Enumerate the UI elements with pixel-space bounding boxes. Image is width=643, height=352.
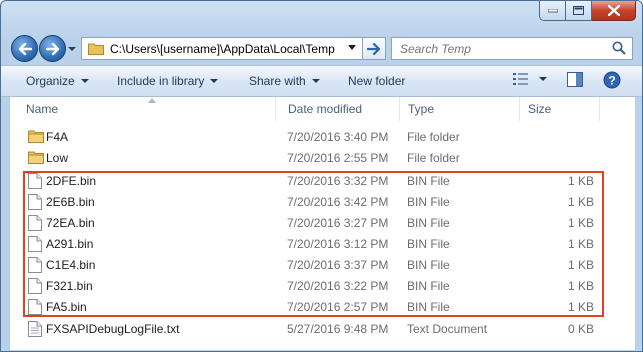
include-in-library-menu[interactable]: Include in library bbox=[117, 74, 219, 88]
organize-menu[interactable]: Organize bbox=[26, 74, 89, 88]
file-date: 5/27/2016 9:48 PM bbox=[287, 322, 389, 336]
list-item-folder[interactable]: Low 7/20/2016 2:55 PM File folder bbox=[24, 148, 619, 168]
dropdown-arrow-icon bbox=[539, 77, 547, 81]
organize-label: Organize bbox=[26, 74, 75, 88]
address-path: C:\Users\[username]\AppData\Local\Temp bbox=[110, 41, 335, 56]
dropdown-arrow-icon bbox=[210, 79, 219, 83]
svg-text:?: ? bbox=[608, 74, 615, 88]
column-size-label: Size bbox=[528, 102, 552, 116]
minimize-button[interactable] bbox=[539, 1, 566, 21]
change-view-button[interactable] bbox=[513, 72, 547, 86]
column-date-label: Date modified bbox=[288, 102, 363, 116]
file-name: F4A bbox=[46, 130, 69, 144]
preview-pane-button[interactable] bbox=[567, 72, 583, 87]
folder-icon bbox=[28, 151, 44, 164]
forward-arrow-icon bbox=[45, 42, 59, 55]
file-name: FXSAPIDebugLogFile.txt bbox=[46, 322, 180, 336]
navigation-bar: C:\Users\[username]\AppData\Local\Temp bbox=[9, 35, 634, 62]
file-date: 7/20/2016 2:55 PM bbox=[287, 151, 389, 165]
back-button[interactable] bbox=[11, 35, 38, 62]
preview-pane-icon bbox=[567, 72, 583, 87]
search-icon[interactable] bbox=[612, 41, 626, 55]
column-header-date[interactable]: Date modified bbox=[280, 97, 400, 121]
help-button[interactable]: ? bbox=[603, 71, 621, 89]
column-header-name[interactable]: Name bbox=[10, 97, 276, 121]
list-item-folder[interactable]: F4A 7/20/2016 3:40 PM File folder bbox=[24, 127, 619, 147]
maximize-icon bbox=[573, 6, 584, 15]
recent-pages-dropdown[interactable] bbox=[67, 42, 77, 54]
close-button[interactable] bbox=[592, 1, 636, 21]
new-folder-label: New folder bbox=[348, 74, 406, 88]
folder-icon bbox=[88, 43, 104, 55]
forward-button[interactable] bbox=[39, 35, 66, 62]
window-caption-buttons bbox=[539, 1, 636, 21]
go-button[interactable] bbox=[362, 37, 386, 60]
folder-icon bbox=[28, 130, 44, 143]
column-header-size[interactable]: Size bbox=[520, 97, 600, 121]
share-label: Share with bbox=[249, 74, 306, 88]
dropdown-arrow-icon bbox=[311, 79, 320, 83]
minimize-icon bbox=[547, 8, 558, 12]
list-item-file[interactable]: FXSAPIDebugLogFile.txt 5/27/2016 9:48 PM… bbox=[24, 319, 619, 339]
chevron-down-icon bbox=[68, 47, 76, 51]
maximize-button[interactable] bbox=[566, 1, 592, 21]
column-header-row: Name Date modified Type Size bbox=[10, 97, 635, 121]
file-date: 7/20/2016 3:40 PM bbox=[287, 130, 389, 144]
column-name-label: Name bbox=[26, 102, 59, 116]
column-type-label: Type bbox=[408, 102, 435, 116]
search-input[interactable] bbox=[398, 40, 602, 57]
details-view-icon bbox=[513, 73, 528, 85]
include-label: Include in library bbox=[117, 74, 205, 88]
command-toolbar: Organize Include in library Share with N… bbox=[1, 65, 642, 97]
column-header-type[interactable]: Type bbox=[400, 97, 520, 121]
file-type: File folder bbox=[407, 151, 460, 165]
help-icon: ? bbox=[603, 71, 621, 89]
highlight-box bbox=[23, 171, 604, 317]
file-type: File folder bbox=[407, 130, 460, 144]
close-icon bbox=[607, 5, 620, 16]
text-file-icon bbox=[28, 321, 42, 337]
back-arrow-icon bbox=[18, 42, 32, 55]
address-dropdown-icon[interactable] bbox=[348, 45, 356, 51]
search-box[interactable] bbox=[391, 37, 633, 60]
file-size: 0 KB bbox=[567, 322, 594, 336]
dropdown-arrow-icon bbox=[80, 79, 89, 83]
explorer-window: C:\Users\[username]\AppData\Local\Temp O… bbox=[0, 0, 643, 352]
share-with-menu[interactable]: Share with bbox=[249, 74, 320, 88]
address-bar[interactable]: C:\Users\[username]\AppData\Local\Temp bbox=[81, 37, 363, 60]
file-name: Low bbox=[46, 151, 69, 165]
file-type: Text Document bbox=[407, 322, 488, 336]
go-arrow-icon bbox=[367, 42, 381, 55]
new-folder-button[interactable]: New folder bbox=[348, 74, 405, 88]
